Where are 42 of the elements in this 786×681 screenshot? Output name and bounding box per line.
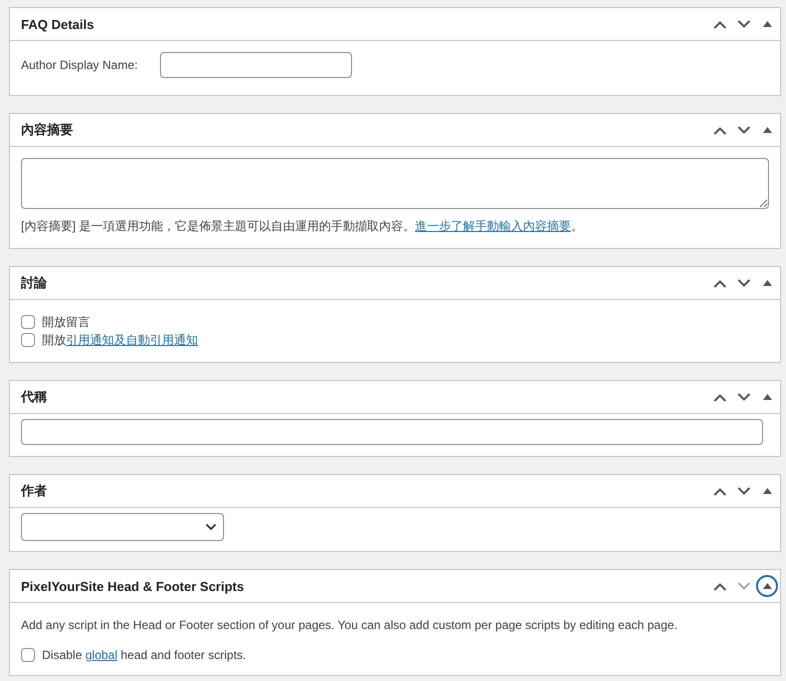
panel-title: FAQ Details <box>21 16 94 32</box>
triangle-up-icon <box>762 280 772 286</box>
field-label: Author Display Name: <box>21 58 139 72</box>
panel-title: PixelYourSite Head & Footer Scripts <box>21 578 244 594</box>
chevron-down-icon <box>205 523 217 531</box>
option-link[interactable]: 引用通知及自動引用通知 <box>66 332 198 346</box>
checkbox-label: 開放引用通知及自動引用通知 <box>42 332 198 348</box>
help-text: [內容摘要] 是一項選用功能，它是佈景主題可以自由運用的手動擷取內容。進一步了解手動輸入內容摘要。 <box>21 218 584 235</box>
checkbox-label: 開放留言 <box>42 314 90 330</box>
chevron-down-icon <box>737 486 751 496</box>
chevron-up-icon <box>713 20 727 28</box>
author-dropdown[interactable] <box>21 513 224 541</box>
chevron-down-icon <box>737 582 751 590</box>
triangle-up-icon <box>762 21 772 27</box>
panel-title: 內容摘要 <box>21 121 73 139</box>
triangle-up-icon <box>762 127 772 133</box>
toggle-panel-button[interactable] <box>756 575 778 597</box>
description-text: Add any script in the Head or Footer section of your pages. You can also add custom per page scripts by editing each page. <box>21 618 678 632</box>
panel-title: 討論 <box>21 274 47 292</box>
option-link[interactable]: global <box>85 648 118 662</box>
panel-title: 代稱 <box>21 388 47 406</box>
checkbox[interactable] <box>21 333 35 347</box>
chevron-down-icon <box>737 20 751 28</box>
chevron-up-icon <box>713 582 727 590</box>
chevron-up-icon <box>713 126 727 134</box>
checkbox[interactable] <box>21 315 35 329</box>
author-name-field[interactable] <box>160 52 352 78</box>
excerpt-field[interactable] <box>21 158 769 209</box>
chevron-down-icon <box>737 126 751 134</box>
slug-field[interactable] <box>21 419 763 445</box>
chevron-up-icon <box>713 392 727 402</box>
triangle-up-icon <box>762 488 772 494</box>
triangle-up-icon <box>762 394 772 400</box>
checkbox-label: Disable global head and footer scripts. <box>42 648 246 662</box>
help-link[interactable]: 進一步了解手動輸入內容摘要 <box>415 219 572 233</box>
chevron-up-icon <box>713 278 727 288</box>
checkbox[interactable] <box>21 648 35 662</box>
chevron-up-icon <box>713 486 727 496</box>
triangle-up-icon <box>762 583 772 589</box>
chevron-down-icon <box>737 392 751 402</box>
chevron-down-icon <box>737 278 751 288</box>
panel-title: 作者 <box>21 482 47 500</box>
